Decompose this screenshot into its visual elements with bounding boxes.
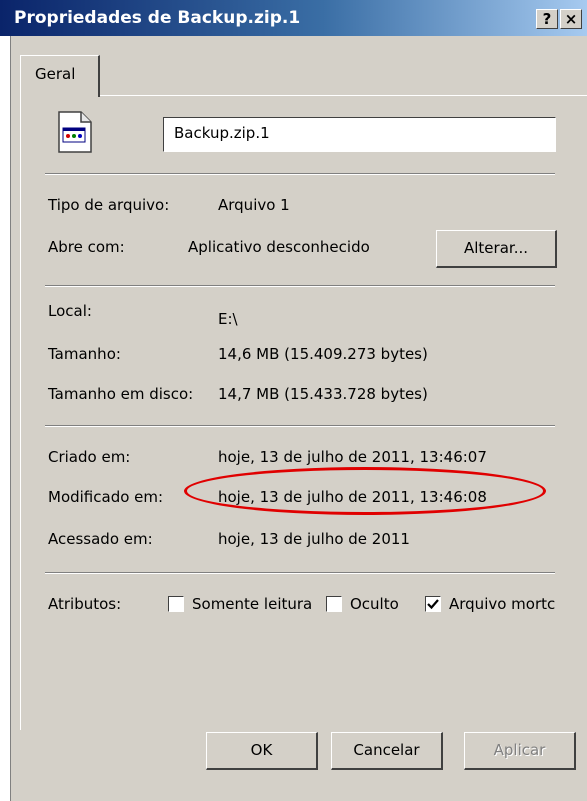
local-label: Local: [48, 302, 92, 320]
window-left-edge [0, 36, 11, 801]
abre-com-value: Aplicativo desconhecido [188, 238, 370, 256]
check-mark-icon [427, 599, 439, 610]
apply-button[interactable]: Aplicar [464, 732, 576, 770]
modificado-label: Modificado em: [48, 488, 164, 506]
alterar-button[interactable]: Alterar... [436, 230, 557, 268]
oculto-label: Oculto [350, 595, 399, 613]
separator [45, 285, 555, 287]
separator [45, 572, 555, 574]
somente-leitura-checkbox[interactable] [168, 596, 184, 612]
criado-value: hoje, 13 de julho de 2011, 13:46:07 [218, 448, 487, 466]
separator [45, 173, 555, 175]
criado-label: Criado em: [48, 448, 131, 466]
title-bar: Propriedades de Backup.zip.1 ? × [0, 0, 587, 36]
atributos-label: Atributos: [48, 595, 122, 613]
somente-leitura-label: Somente leitura [192, 595, 313, 613]
separator [45, 425, 555, 427]
file-name-input[interactable]: Backup.zip.1 [163, 117, 556, 152]
tamanho-value: 14,6 MB (15.409.273 bytes) [218, 345, 428, 363]
tab-geral-label: Geral [35, 65, 76, 83]
help-button[interactable]: ? [536, 9, 558, 29]
tipo-value: Arquivo 1 [218, 196, 290, 214]
tamanho-disco-value: 14,7 MB (15.433.728 bytes) [218, 385, 428, 403]
acessado-value: hoje, 13 de julho de 2011 [218, 530, 410, 548]
cancel-button[interactable]: Cancelar [331, 732, 443, 770]
local-value: E:\ [218, 310, 238, 328]
tamanho-disco-label: Tamanho em disco: [48, 385, 194, 403]
close-button[interactable]: × [560, 9, 582, 29]
abre-com-label: Abre com: [48, 238, 125, 256]
arquivo-morto-checkbox[interactable] [425, 596, 441, 612]
window-title: Propriedades de Backup.zip.1 [14, 8, 301, 28]
red-highlight-ellipse [184, 467, 546, 515]
acessado-label: Acessado em: [48, 530, 153, 548]
tab-panel-geral [20, 95, 587, 730]
ok-button[interactable]: OK [206, 732, 318, 770]
tipo-label: Tipo de arquivo: [48, 196, 170, 214]
tamanho-label: Tamanho: [48, 345, 121, 363]
unknown-file-icon [55, 110, 95, 158]
tab-geral[interactable]: Geral [20, 55, 100, 97]
arquivo-morto-label: Arquivo mortc [449, 595, 555, 613]
oculto-checkbox[interactable] [326, 596, 342, 612]
